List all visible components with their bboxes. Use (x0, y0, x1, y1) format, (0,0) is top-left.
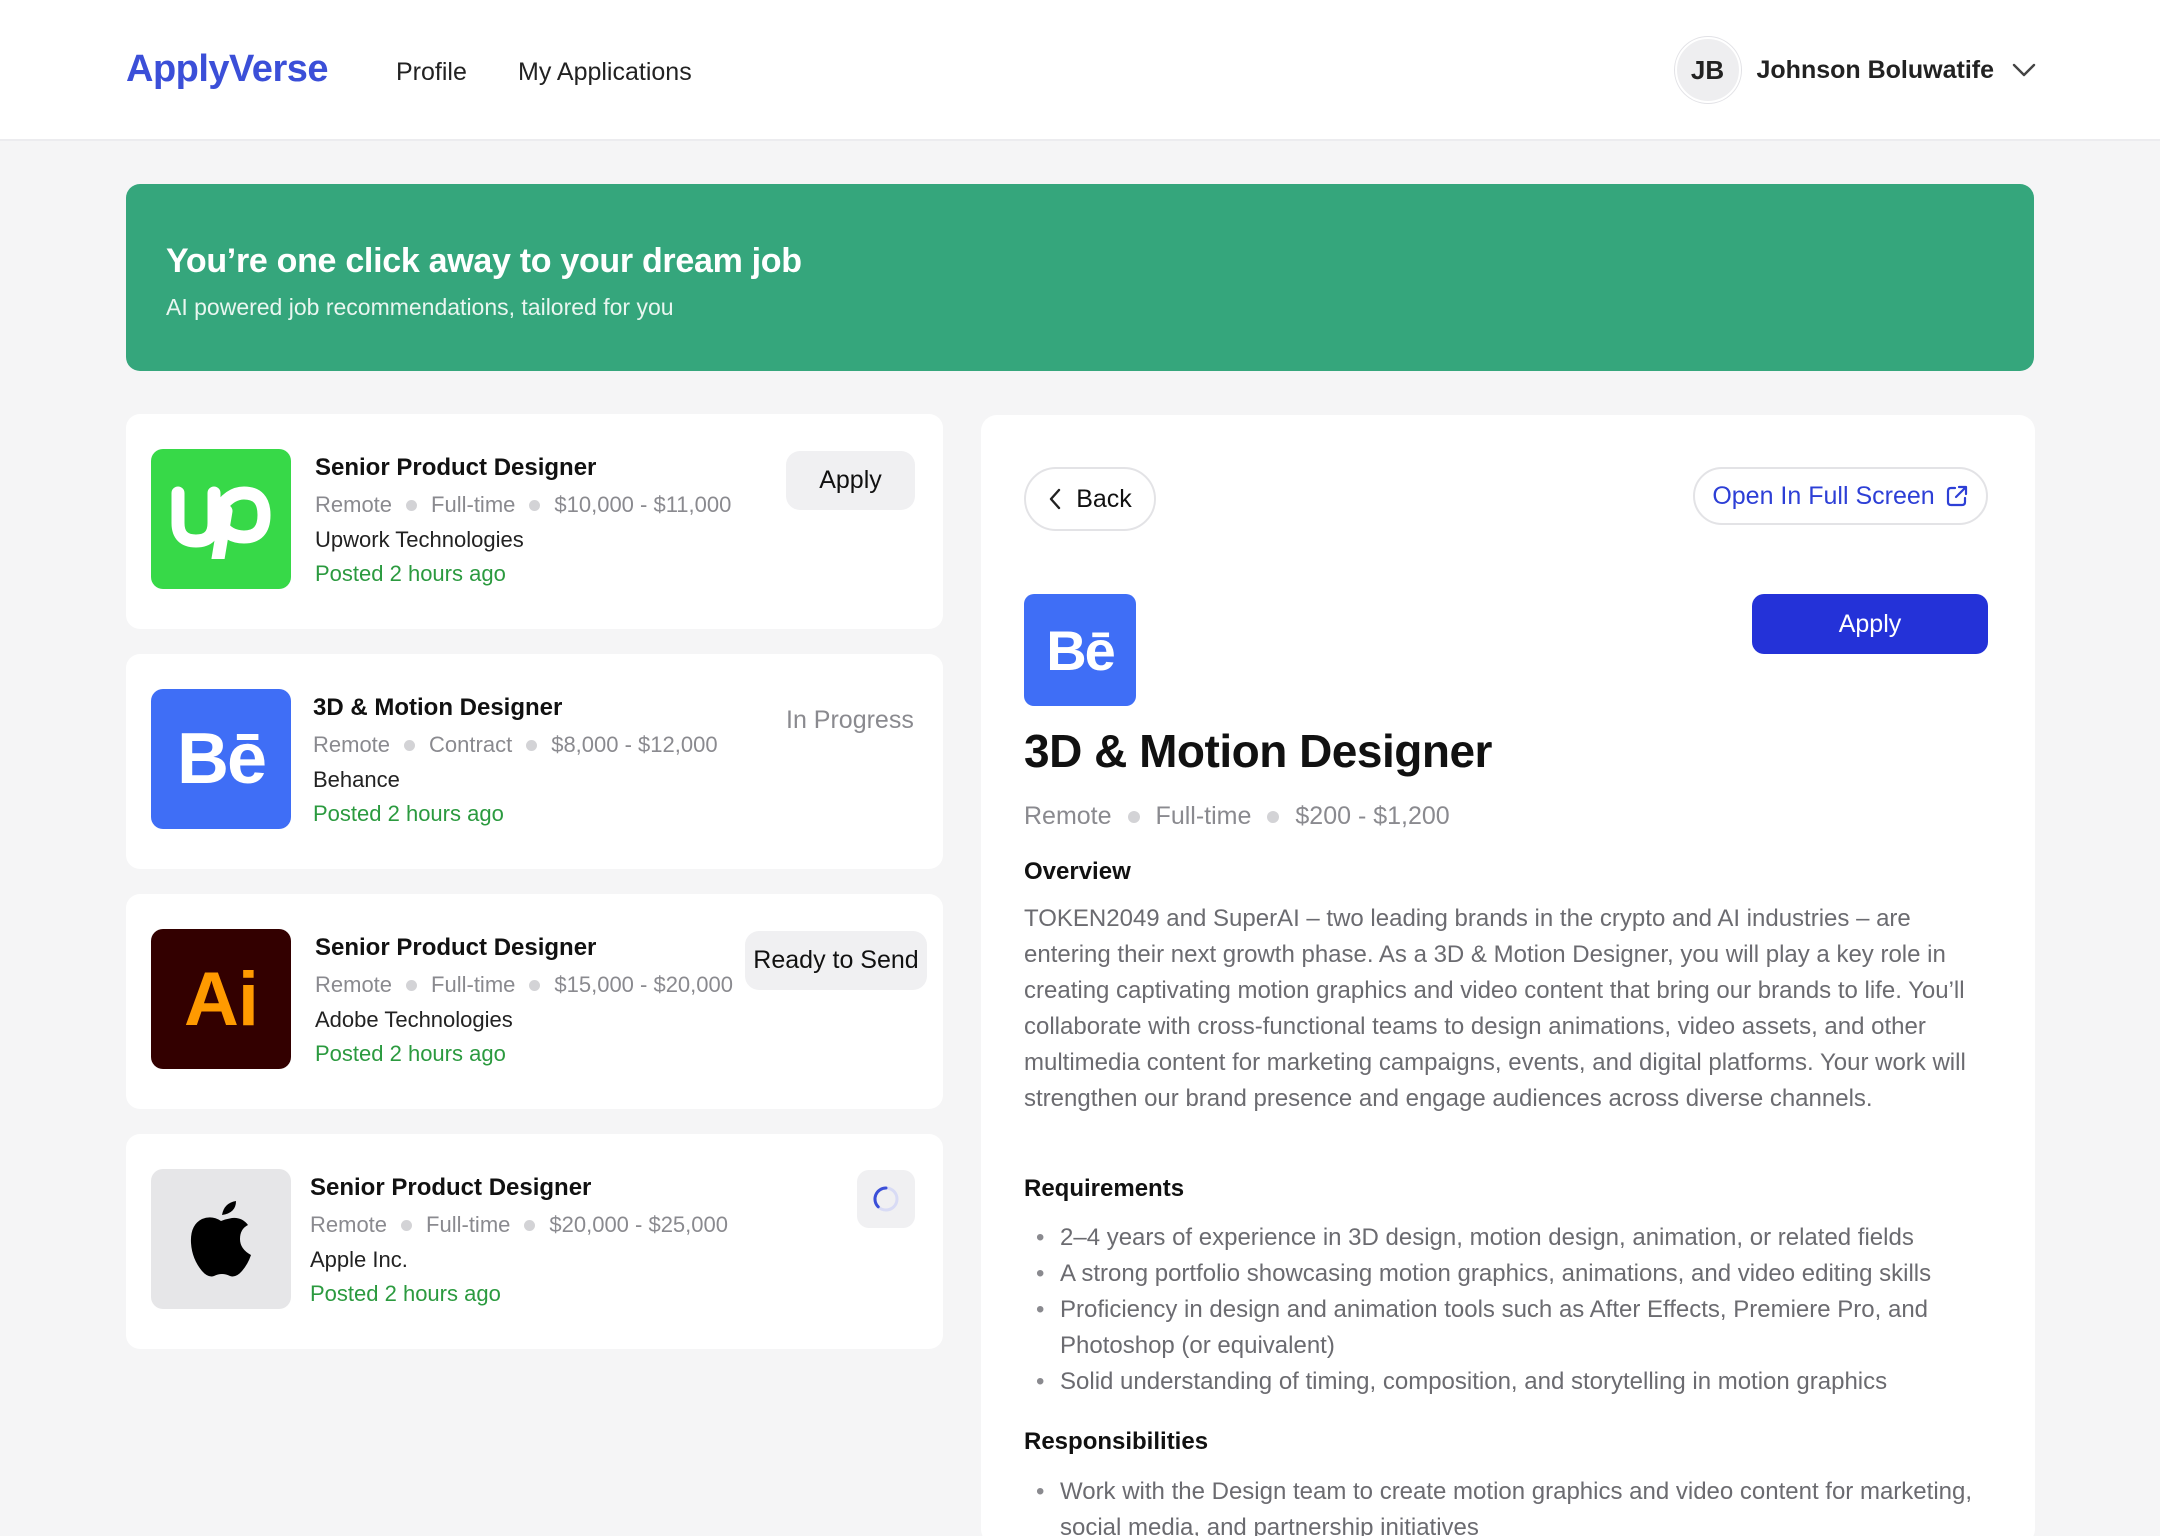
job-location: Remote (310, 1212, 388, 1237)
upwork-logo (151, 449, 291, 589)
nav-profile[interactable]: Profile (396, 58, 467, 87)
job-meta: Remote Full-time $20,000 - $25,000 (310, 1212, 728, 1238)
external-link-icon (1946, 485, 1967, 507)
job-type: Contract (429, 732, 513, 757)
job-meta: Remote Contract $8,000 - $12,000 (313, 732, 718, 758)
chevron-down-icon[interactable] (2010, 56, 2038, 84)
posted-time: Posted 2 hours ago (315, 1041, 506, 1066)
user-menu[interactable]: JB Johnson Boluwatife (1674, 36, 2039, 104)
job-location: Remote (1024, 802, 1112, 830)
back-button[interactable]: Back (1024, 467, 1156, 531)
responsibilities-list: Work with the Design team to create moti… (1024, 1474, 1984, 1536)
company-name: Adobe Technologies (315, 1007, 513, 1032)
job-type: Full-time (1155, 802, 1252, 830)
list-item: 2–4 years of experience in 3D design, mo… (1024, 1220, 1984, 1256)
apply-button[interactable]: Apply (786, 451, 915, 510)
job-title[interactable]: Senior Product Designer (315, 454, 596, 482)
loading-spinner (857, 1170, 915, 1228)
job-meta: Remote Full-time $15,000 - $20,000 (315, 972, 733, 998)
requirements-list: 2–4 years of experience in 3D design, mo… (1024, 1220, 1984, 1400)
apple-logo (151, 1169, 291, 1309)
list-item: Solid understanding of timing, compositi… (1024, 1364, 1984, 1400)
job-salary: $20,000 - $25,000 (549, 1212, 728, 1237)
separator-dot (529, 979, 541, 991)
job-salary: $200 - $1,200 (1295, 802, 1450, 830)
separator-dot (524, 1219, 536, 1231)
separator-dot (406, 979, 418, 991)
job-detail-title: 3D & Motion Designer (1024, 725, 1492, 777)
separator-dot (1267, 810, 1280, 823)
separator-dot (529, 499, 541, 511)
job-detail-meta: Remote Full-time $200 - $1,200 (1024, 802, 1450, 831)
posted-time: Posted 2 hours ago (315, 561, 506, 586)
chevron-left-icon (1050, 488, 1061, 510)
nav-my-applications[interactable]: My Applications (518, 58, 692, 87)
banner-title: You’re one click away to your dream job (166, 242, 802, 280)
requirements-heading: Requirements (1024, 1175, 1185, 1202)
job-detail-panel: Back Open In Full Screen Bē Apply 3D & M… (981, 415, 2035, 1536)
job-salary: $10,000 - $11,000 (554, 492, 732, 517)
user-name[interactable]: Johnson Boluwatife (1757, 56, 1995, 85)
open-full-screen-button[interactable]: Open In Full Screen (1693, 467, 1988, 525)
behance-logo: Bē (151, 689, 291, 829)
brand-logo[interactable]: ApplyVerse (126, 48, 329, 91)
list-item: Work with the Design team to create moti… (1024, 1474, 1984, 1536)
job-card[interactable]: Senior Product Designer Remote Full-time… (126, 414, 943, 629)
job-type: Full-time (426, 1212, 511, 1237)
top-navigation-bar: ApplyVerse Profile My Applications JB Jo… (0, 0, 2160, 141)
status-in-progress: In Progress (786, 706, 914, 734)
separator-dot (401, 1219, 413, 1231)
separator-dot (1127, 810, 1140, 823)
avatar[interactable]: JB (1674, 37, 1741, 103)
list-item: Proficiency in design and animation tool… (1024, 1292, 1984, 1364)
spinner-icon (873, 1186, 899, 1212)
posted-time: Posted 2 hours ago (310, 1281, 501, 1306)
behance-logo: Bē (1024, 594, 1136, 706)
banner-subtitle: AI powered job recommendations, tailored… (166, 294, 674, 320)
job-meta: Remote Full-time $10,000 - $11,000 (315, 492, 731, 518)
posted-time: Posted 2 hours ago (313, 801, 504, 826)
responsibilities-heading: Responsibilities (1024, 1428, 1209, 1455)
company-name: Upwork Technologies (315, 527, 524, 552)
company-name: Behance (313, 767, 400, 792)
back-label: Back (1076, 484, 1132, 513)
overview-text: TOKEN2049 and SuperAI – two leading bran… (1024, 905, 1966, 1112)
job-type: Full-time (431, 972, 516, 997)
adobe-illustrator-logo: Ai (151, 929, 291, 1069)
separator-dot (404, 739, 416, 751)
company-name: Apple Inc. (310, 1247, 408, 1272)
list-item: A strong portfolio showcasing motion gra… (1024, 1256, 1984, 1292)
apply-button[interactable]: Apply (1752, 594, 1988, 654)
job-title[interactable]: Senior Product Designer (310, 1174, 591, 1202)
job-salary: $15,000 - $20,000 (554, 972, 733, 997)
job-location: Remote (313, 732, 391, 757)
job-salary: $8,000 - $12,000 (551, 732, 718, 757)
job-card[interactable]: Ai Senior Product Designer Remote Full-t… (126, 894, 943, 1109)
job-location: Remote (315, 972, 393, 997)
job-type: Full-time (431, 492, 516, 517)
separator-dot (526, 739, 538, 751)
job-title[interactable]: 3D & Motion Designer (313, 694, 562, 722)
job-title[interactable]: Senior Product Designer (315, 934, 596, 962)
overview-heading: Overview (1024, 858, 1131, 885)
hero-banner: You’re one click away to your dream job … (126, 184, 2034, 371)
job-card[interactable]: Senior Product Designer Remote Full-time… (126, 1134, 943, 1349)
job-location: Remote (315, 492, 393, 517)
job-card[interactable]: Bē 3D & Motion Designer Remote Contract … (126, 654, 943, 869)
separator-dot (406, 499, 418, 511)
ready-to-send-button[interactable]: Ready to Send (745, 931, 927, 990)
full-screen-label: Open In Full Screen (1712, 481, 1935, 510)
